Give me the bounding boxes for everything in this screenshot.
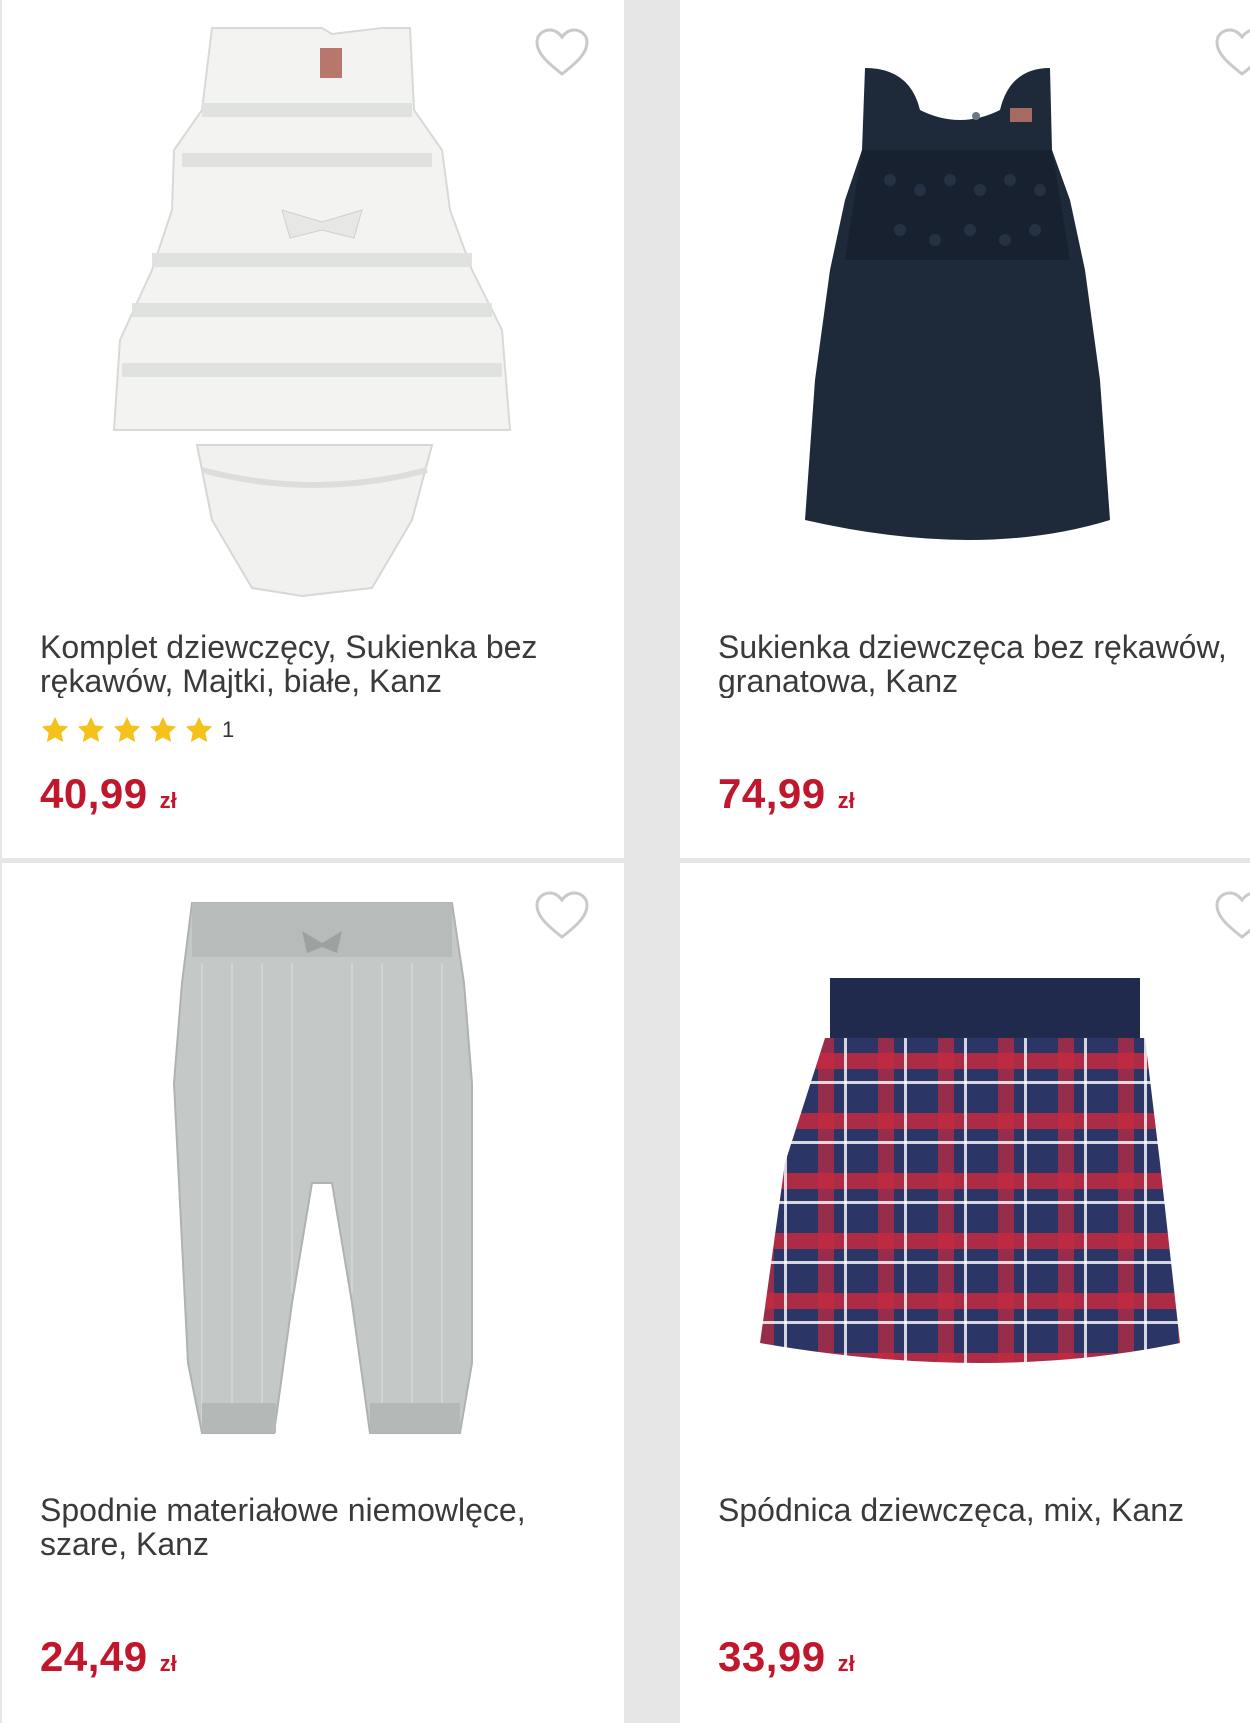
- star-icon: [41, 716, 69, 742]
- price-value: 24,49: [40, 1633, 148, 1680]
- star-icon: [77, 716, 105, 742]
- favorite-heart-icon[interactable]: [534, 891, 590, 941]
- product-price: 40,99 zł: [40, 770, 177, 818]
- price-value: 33,99: [718, 1633, 826, 1680]
- price-currency: zł: [837, 788, 855, 813]
- product-image[interactable]: [2, 0, 624, 610]
- favorite-heart-icon[interactable]: [534, 28, 590, 78]
- product-card-4[interactable]: Spódnica dziewczęca, mix, Kanz 33,99 zł: [680, 863, 1250, 1723]
- price-currency: zł: [837, 1651, 855, 1676]
- product-card-3[interactable]: Spodnie materiałowe niemowlęce, szare, K…: [2, 863, 624, 1723]
- rating: 1: [40, 715, 234, 745]
- price-value: 74,99: [718, 770, 826, 817]
- product-price: 74,99 zł: [718, 770, 855, 818]
- product-title[interactable]: Sukienka dziewczęca bez rękawów, granato…: [718, 630, 1250, 698]
- star-icon: [149, 716, 177, 742]
- favorite-heart-icon[interactable]: [1214, 28, 1250, 78]
- product-price: 24,49 zł: [40, 1633, 177, 1681]
- product-title[interactable]: Spódnica dziewczęca, mix, Kanz: [718, 1493, 1250, 1527]
- price-currency: zł: [159, 788, 177, 813]
- product-title[interactable]: Komplet dziewczęcy, Sukienka bez rękawów…: [40, 630, 600, 698]
- star-icon: [113, 716, 141, 742]
- product-card-1[interactable]: Komplet dziewczęcy, Sukienka bez rękawów…: [2, 0, 624, 858]
- price-value: 40,99: [40, 770, 148, 817]
- product-image[interactable]: [680, 0, 1250, 610]
- price-currency: zł: [159, 1651, 177, 1676]
- product-card-2[interactable]: Sukienka dziewczęca bez rękawów, granato…: [680, 0, 1250, 858]
- product-grid: Komplet dziewczęcy, Sukienka bez rękawów…: [0, 0, 1250, 1723]
- product-image[interactable]: [2, 863, 624, 1473]
- product-price: 33,99 zł: [718, 1633, 855, 1681]
- product-title[interactable]: Spodnie materiałowe niemowlęce, szare, K…: [40, 1493, 600, 1561]
- star-icon: [185, 716, 213, 742]
- product-image[interactable]: [680, 863, 1250, 1473]
- favorite-heart-icon[interactable]: [1214, 891, 1250, 941]
- rating-count: 1: [222, 717, 235, 742]
